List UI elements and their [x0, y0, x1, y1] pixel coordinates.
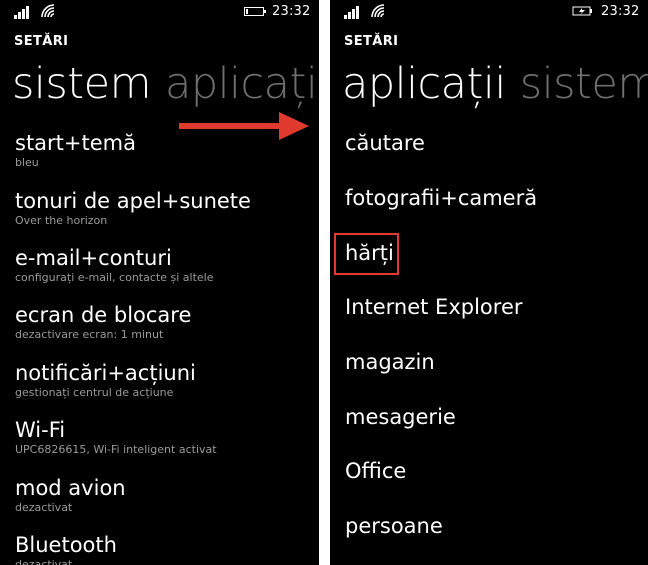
app-item-office[interactable]: Office [345, 458, 406, 484]
settings-title: SETĂRI [14, 34, 69, 49]
pivot-tab-system[interactable]: sistem [12, 59, 151, 109]
item-subtitle: gestionați centrul de acțiune [15, 386, 174, 399]
battery-charging-icon [572, 6, 592, 16]
item-label: ecran de blocare [15, 303, 192, 327]
settings-title: SETĂRI [344, 34, 399, 49]
item-label: start+temă [15, 131, 136, 155]
pivot-tab-applications[interactable]: aplicații [342, 59, 506, 109]
item-subtitle: bleu [15, 156, 39, 169]
item-subtitle: UPC6826615, Wi-Fi inteligent activat [15, 443, 217, 456]
item-label: e-mail+conturi [15, 246, 172, 270]
status-bar: 23:32 [0, 0, 319, 26]
settings-item-email-accounts[interactable]: e-mail+conturi configurați e-mail, conta… [15, 246, 213, 285]
item-label: notificări+acțiuni [15, 361, 196, 385]
item-subtitle: Over the horizon [15, 214, 108, 227]
item-label: Wi-Fi [15, 418, 66, 442]
app-item-messaging[interactable]: mesagerie [345, 404, 456, 430]
app-item-internet-explorer[interactable]: Internet Explorer [345, 294, 523, 320]
signal-strength-icon [14, 5, 36, 19]
pivot-tab-applications[interactable]: aplicații [165, 59, 319, 109]
settings-item-ringtones-sounds[interactable]: tonuri de apel+sunete Over the horizon [15, 189, 251, 228]
settings-item-start-theme[interactable]: start+temă bleu [15, 131, 136, 170]
item-subtitle: dezactivat [15, 558, 73, 565]
item-label: tonuri de apel+sunete [15, 189, 251, 213]
app-item-people[interactable]: persoane [345, 513, 443, 539]
phone-screen-system: 23:32 SETĂRI sistem aplicații start+temă … [0, 0, 319, 565]
status-bar: 23:32 [330, 0, 648, 26]
pivot-tab-system[interactable]: sistem [520, 59, 648, 109]
item-subtitle: dezactivare ecran: 1 minut [15, 328, 164, 341]
item-subtitle: dezactivat [15, 501, 73, 514]
settings-item-lock-screen[interactable]: ecran de blocare dezactivare ecran: 1 mi… [15, 303, 191, 342]
settings-item-airplane-mode[interactable]: mod avion dezactivat [15, 476, 126, 515]
app-item-store[interactable]: magazin [345, 349, 435, 375]
settings-item-bluetooth[interactable]: Bluetooth dezactivat [15, 533, 117, 565]
battery-icon [244, 7, 266, 16]
settings-item-wifi[interactable]: Wi-Fi UPC6826615, Wi-Fi inteligent activ… [15, 418, 217, 457]
app-item-search[interactable]: căutare [345, 130, 425, 156]
pivot-header: aplicații sistem [342, 58, 648, 110]
pivot-header: sistem aplicații [12, 58, 319, 110]
highlight-box-maps [334, 233, 399, 275]
item-label: Bluetooth [15, 533, 117, 557]
item-subtitle: configurați e-mail, contacte și altele [15, 271, 214, 284]
item-label: mod avion [15, 476, 126, 500]
clock: 23:32 [272, 4, 311, 19]
signal-strength-icon [344, 5, 366, 19]
phone-screen-applications: 23:32 SETĂRI aplicații sistem căutare fot… [330, 0, 648, 565]
wifi-icon [41, 4, 55, 18]
app-item-photos-camera[interactable]: fotografii+cameră [345, 185, 537, 211]
settings-item-notifications-actions[interactable]: notificări+acțiuni gestionați centrul de… [15, 361, 196, 400]
arrow-right-annotation [179, 112, 309, 140]
clock: 23:32 [601, 4, 640, 19]
wifi-icon [371, 4, 385, 18]
